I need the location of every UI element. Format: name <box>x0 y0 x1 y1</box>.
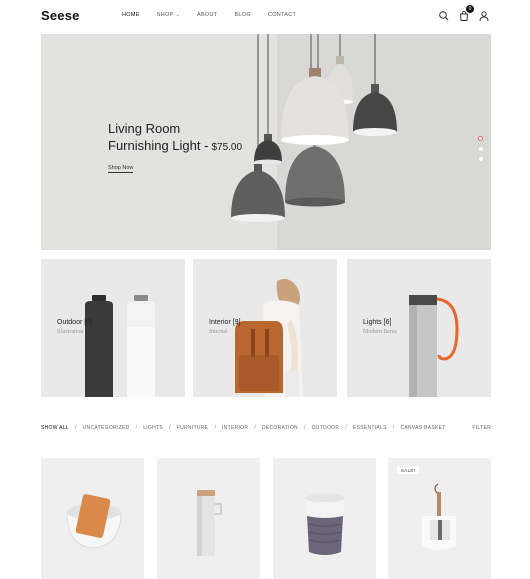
knit-cup-image <box>305 494 345 555</box>
filter-outdoor[interactable]: OUTDOOR <box>312 425 340 431</box>
filter-canvas-basket[interactable]: CANVAS BASKET <box>400 425 445 431</box>
product-filter-bar: SHOW ALL / UNCATEGORIZED / LIGHTS / FURN… <box>41 425 491 435</box>
hero-title-line1: Living Room <box>108 121 181 136</box>
category-card-interior[interactable]: Interior [9] Internal <box>193 259 337 397</box>
category-subtitle: Illustration <box>57 329 84 335</box>
nav-shop-label: SHOP <box>156 12 174 18</box>
slider-dot-1[interactable] <box>478 136 483 141</box>
filter-interior[interactable]: INTERIOR <box>222 425 248 431</box>
shop-now-link[interactable]: Shop Now <box>108 165 134 173</box>
cart-icon[interactable]: 0 <box>458 5 474 21</box>
slider-dot-3[interactable] <box>478 157 483 161</box>
site-logo[interactable]: Seese <box>41 8 80 23</box>
filter-essentials[interactable]: ESSENTIALS <box>353 425 387 431</box>
hero-slider: Living Room Furnishing Light - $75.00 Sho… <box>41 34 491 250</box>
filter-button[interactable]: FILTER <box>472 425 491 431</box>
category-label: Outdoor [8] Illustration <box>57 319 92 335</box>
chevron-down-icon: ⌄ <box>175 12 180 18</box>
cart-count-badge: 0 <box>466 5 474 13</box>
hero-price: $75.00 <box>211 142 243 153</box>
filter-decoration[interactable]: DECORATION <box>262 425 298 431</box>
hero-caption: Living Room Furnishing Light - $75.00 Sho… <box>108 120 242 174</box>
site-header: Seese HOME SHOP ⌄ ABOUT BLOG CONTACT 0 <box>0 0 530 32</box>
category-name: Interior [9] <box>209 319 241 326</box>
product-card[interactable] <box>273 458 376 579</box>
product-card[interactable] <box>41 458 144 579</box>
bowl-sponge-image <box>66 494 122 549</box>
header-icons: 0 <box>438 5 490 22</box>
hero-title-line2: Furnishing Light - $75.00 <box>108 137 242 156</box>
nav-blog[interactable]: BLOG <box>234 12 250 18</box>
vacuum-flask-image <box>197 490 222 556</box>
product-card[interactable]: SALE! <box>388 458 491 579</box>
nav-shop[interactable]: SHOP ⌄ <box>157 12 180 18</box>
filter-furniture[interactable]: FURNITURE <box>177 425 209 431</box>
filter-separator: / <box>254 425 256 431</box>
category-label: Interior [9] Internal <box>209 319 241 335</box>
filter-separator: / <box>303 425 306 431</box>
filter-separator: / <box>345 425 347 431</box>
slider-dots <box>478 136 483 161</box>
filter-show-all[interactable]: SHOW ALL <box>41 425 69 431</box>
hero-title-text: Furnishing Light - <box>108 138 209 153</box>
category-card-lights[interactable]: Lights [6] Modern Items <box>347 259 491 397</box>
nav-home[interactable]: HOME <box>122 12 140 18</box>
slider-dot-2[interactable] <box>478 147 483 151</box>
category-name: Lights [6] <box>363 319 392 326</box>
filter-separator: / <box>214 425 216 431</box>
filter-separator: / <box>169 425 171 431</box>
main-nav: HOME SHOP ⌄ ABOUT BLOG CONTACT <box>122 12 313 18</box>
filter-separator: / <box>74 425 77 431</box>
search-icon[interactable] <box>438 9 450 21</box>
category-subtitle: Internal <box>209 329 228 335</box>
filter-separator: / <box>392 425 395 431</box>
filter-lights[interactable]: LIGHTS <box>143 425 163 431</box>
dustpan-brush-image <box>422 483 456 550</box>
filter-uncategorized[interactable]: UNCATEGORIZED <box>83 425 130 431</box>
user-icon[interactable] <box>478 9 490 22</box>
product-card[interactable] <box>157 458 260 579</box>
nav-about[interactable]: ABOUT <box>197 12 217 18</box>
category-card-outdoor[interactable]: Outdoor [8] Illustration <box>41 259 185 397</box>
filter-separator: / <box>135 425 138 431</box>
nav-contact[interactable]: CONTACT <box>268 12 296 18</box>
filter-tabs: SHOW ALL / UNCATEGORIZED / LIGHTS / FURN… <box>41 425 491 431</box>
category-label: Lights [6] Modern Items <box>363 319 397 335</box>
category-subtitle: Modern Items <box>363 329 397 335</box>
category-name: Outdoor [8] <box>57 319 93 326</box>
